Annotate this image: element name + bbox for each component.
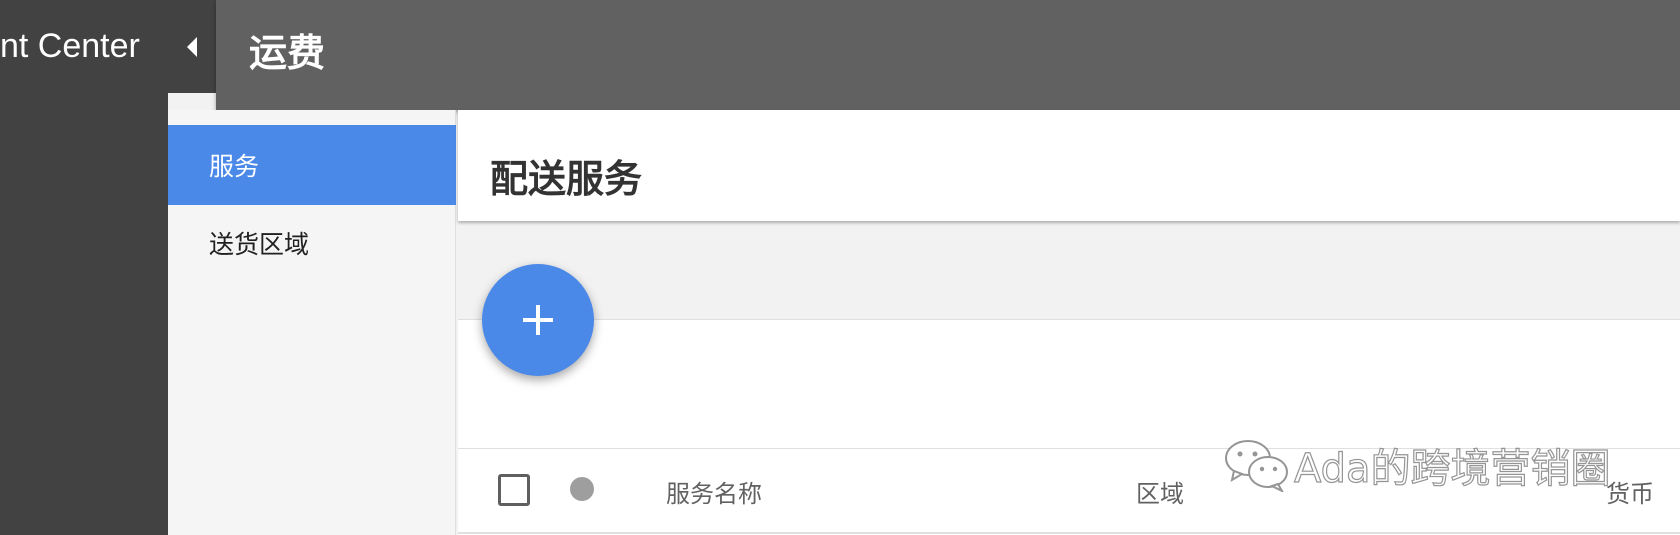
select-all-checkbox[interactable] — [498, 474, 530, 506]
topbar: 运费 — [216, 0, 1680, 110]
left-rail: nt Center — [0, 0, 168, 535]
app-title: nt Center — [0, 27, 140, 65]
collapse-sidebar-button[interactable] — [168, 0, 216, 93]
table-header-divider — [458, 532, 1680, 534]
watermark-text: Ada的跨境营销圈 — [1293, 445, 1611, 492]
column-header-region[interactable]: 区域 — [1136, 474, 1184, 509]
plus-icon — [523, 305, 553, 335]
column-header-currency[interactable]: 货币 — [1606, 474, 1654, 509]
sidenav: 服务 送货区域 — [168, 110, 456, 535]
section-header: 配送服务 — [458, 110, 1680, 221]
watermark: Ada的跨境营销圈 — [1224, 436, 1611, 494]
wechat-icon — [1225, 440, 1288, 492]
services-table-card — [458, 319, 1680, 535]
sidebar-item-services[interactable]: 服务 — [168, 125, 456, 205]
status-column-icon — [570, 477, 594, 501]
section-title: 配送服务 — [490, 157, 643, 201]
column-header-service-name[interactable]: 服务名称 — [666, 474, 762, 509]
sidebar-item-delivery-zones[interactable]: 送货区域 — [168, 203, 456, 283]
add-service-button[interactable] — [482, 264, 594, 376]
chevron-left-icon — [187, 36, 197, 57]
page-title: 运费 — [249, 31, 326, 75]
